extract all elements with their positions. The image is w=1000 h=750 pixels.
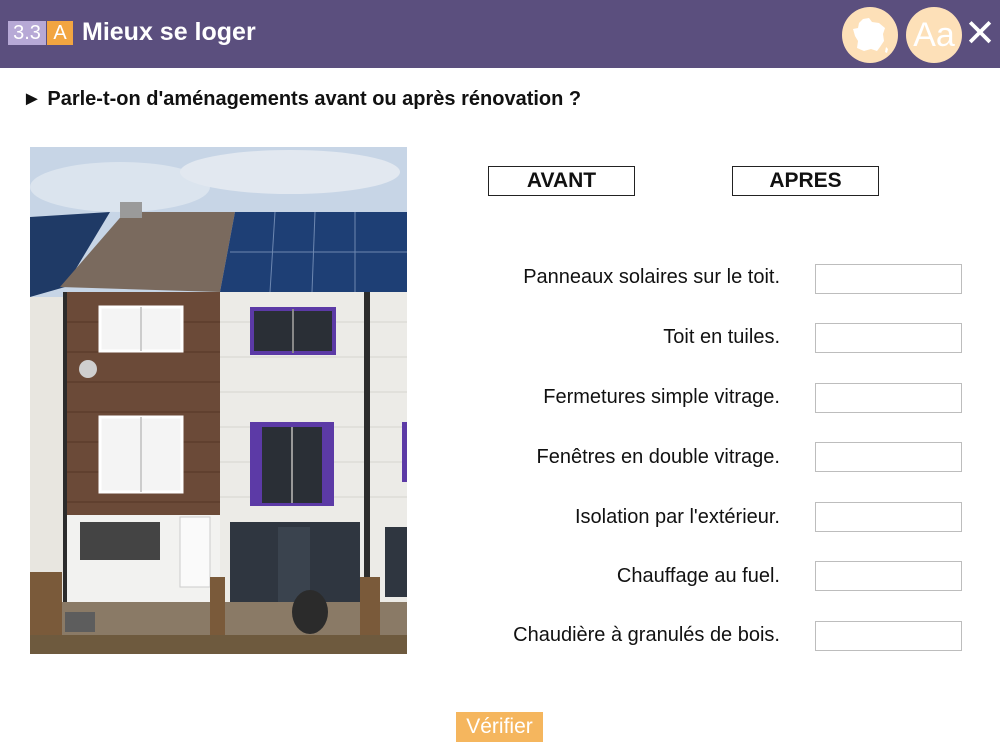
answer-box-single-glazing[interactable] [815, 383, 962, 413]
house-photo [30, 147, 407, 654]
item-label-exterior-insulation: Isolation par l'extérieur. [574, 506, 780, 528]
answer-box-double-glazing[interactable] [815, 442, 962, 472]
answer-box-tiled-roof[interactable] [815, 323, 962, 353]
apres-column-header[interactable]: APRES [732, 166, 879, 196]
item-label-tiled-roof: Toit en tuiles. [663, 326, 780, 348]
section-letter-badge: A [47, 21, 73, 45]
item-label-oil-heating: Chauffage au fuel. [616, 565, 780, 587]
verify-button[interactable]: Vérifier [456, 712, 543, 742]
answer-box-oil-heating[interactable] [815, 561, 962, 591]
item-label-single-glazing: Fermetures simple vitrage. [543, 386, 780, 408]
france-map-icon [853, 18, 888, 53]
page-title: Mieux se loger [82, 18, 256, 46]
language-map-button[interactable] [842, 7, 898, 63]
close-button[interactable]: ✕ [962, 12, 998, 56]
item-label-double-glazing: Fenêtres en double vitrage. [536, 446, 781, 468]
top-bar: 3.3 A Mieux se loger Aa ✕ [0, 0, 1000, 68]
section-number-badge: 3.3 [8, 21, 46, 45]
answer-box-exterior-insulation[interactable] [815, 502, 962, 532]
font-size-button[interactable]: Aa [906, 7, 962, 63]
question-text: ► Parle-t-on d'aménagements avant ou apr… [22, 88, 582, 110]
avant-column-header[interactable]: AVANT [488, 166, 635, 196]
item-label-pellet-boiler: Chaudière à granulés de bois. [513, 624, 780, 646]
answer-box-solar-panels[interactable] [815, 264, 962, 294]
item-label-solar-panels: Panneaux solaires sur le toit. [523, 266, 780, 288]
answer-box-pellet-boiler[interactable] [815, 621, 962, 651]
